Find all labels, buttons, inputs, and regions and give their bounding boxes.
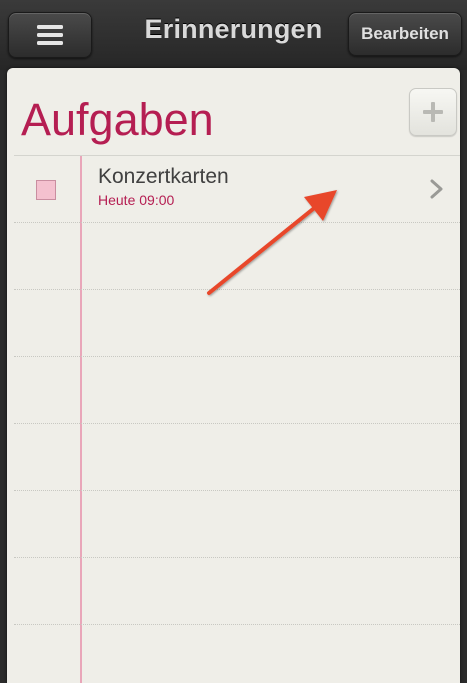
reminder-due-date: Heute 09:00: [98, 192, 175, 208]
add-reminder-button[interactable]: [409, 88, 457, 136]
complete-checkbox[interactable]: [36, 180, 56, 200]
reminder-list-paper: Aufgaben Konzertkarten Heute 09:00: [7, 68, 460, 683]
navigation-bar: Erinnerungen Bearbeiten: [0, 0, 467, 70]
ruled-line: [14, 423, 460, 424]
margin-line: [80, 156, 82, 683]
ruled-line: [14, 557, 460, 558]
ruled-line: [14, 624, 460, 625]
list-title: Aufgaben: [21, 94, 214, 145]
annotation-arrow-icon: [207, 190, 337, 295]
plus-icon: [423, 102, 443, 122]
edit-button[interactable]: Bearbeiten: [348, 12, 462, 56]
ruled-line: [14, 356, 460, 357]
ruled-line: [14, 490, 460, 491]
chevron-right-icon[interactable]: [430, 178, 444, 200]
